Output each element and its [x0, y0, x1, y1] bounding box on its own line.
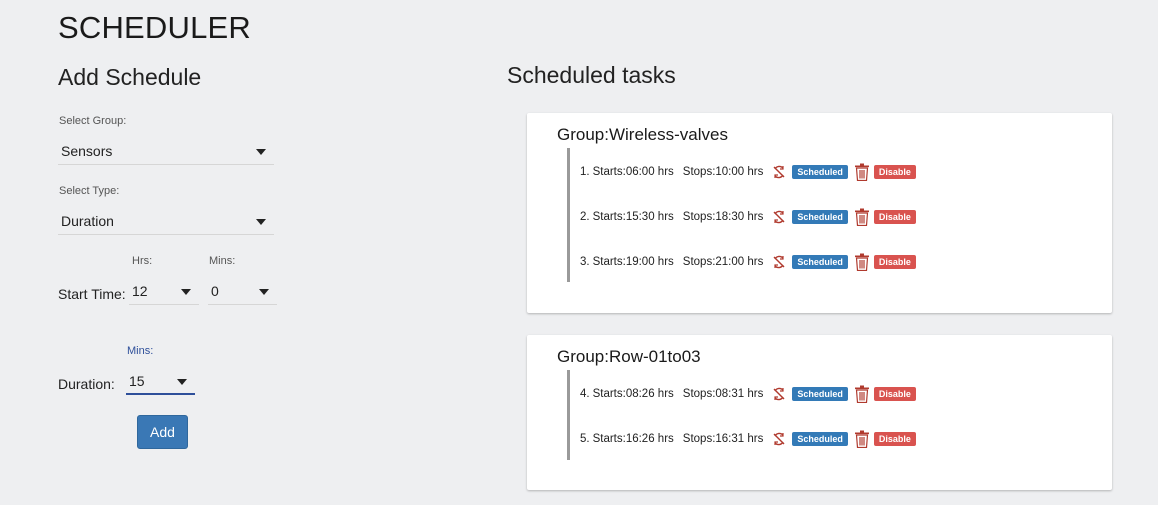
sync-disabled-icon[interactable] [772, 210, 786, 224]
duration-label: Duration: [58, 376, 115, 392]
status-badge: Scheduled [792, 255, 848, 269]
type-select-value: Duration [61, 213, 114, 229]
status-badge: Scheduled [792, 387, 848, 401]
task-stops: Stops:08:31 hrs [682, 388, 764, 400]
duration-value: 15 [129, 373, 145, 389]
group-title: Group:Wireless-valves [557, 125, 728, 144]
group-divider [567, 370, 570, 460]
scheduled-tasks-heading: Scheduled tasks [507, 62, 676, 88]
group-title: Group:Row-01to03 [557, 347, 701, 366]
task-row: 2. Starts:15:30 hrs Stops:18:30 hrs Sche… [580, 206, 916, 228]
start-hrs-select[interactable]: 12 [129, 277, 199, 305]
task-number: 2. [580, 211, 590, 223]
task-starts: Starts:15:30 hrs [592, 211, 674, 223]
trash-icon[interactable] [854, 385, 870, 403]
mins-label: Mins: [209, 255, 236, 267]
task-stops: Stops:10:00 hrs [682, 166, 764, 178]
trash-icon[interactable] [854, 163, 870, 181]
duration-mins-label: Mins: [127, 345, 154, 357]
status-badge: Scheduled [792, 165, 848, 179]
type-select[interactable]: Duration [58, 207, 274, 235]
status-badge: Scheduled [792, 432, 848, 446]
task-row: 5. Starts:16:26 hrs Stops:16:31 hrs Sche… [580, 428, 916, 450]
select-group-label: Select Group: [59, 115, 127, 127]
start-mins-value: 0 [211, 283, 219, 299]
task-starts: Starts:08:26 hrs [592, 388, 674, 400]
hrs-label: Hrs: [132, 255, 153, 267]
task-stops: Stops:16:31 hrs [682, 433, 764, 445]
group-select[interactable]: Sensors [58, 137, 274, 165]
trash-icon[interactable] [854, 253, 870, 271]
task-number: 5. [580, 433, 590, 445]
select-type-label: Select Type: [59, 185, 120, 197]
task-stops: Stops:18:30 hrs [682, 211, 764, 223]
start-time-label: Start Time: [58, 286, 126, 302]
chevron-down-icon [259, 289, 269, 295]
page-title: SCHEDULER [58, 10, 252, 45]
sync-disabled-icon[interactable] [772, 387, 786, 401]
task-starts: Starts:06:00 hrs [592, 166, 674, 178]
duration-select[interactable]: 15 [126, 367, 195, 395]
disable-button[interactable]: Disable [873, 165, 916, 179]
chevron-down-icon [256, 149, 266, 155]
group-select-value: Sensors [61, 143, 113, 159]
task-starts: Starts:19:00 hrs [592, 256, 674, 268]
start-mins-select[interactable]: 0 [208, 277, 277, 305]
group-card: Group:Wireless-valves 1. Starts:06:00 hr… [527, 113, 1112, 313]
task-number: 4. [580, 388, 590, 400]
task-row: 3. Starts:19:00 hrs Stops:21:00 hrs Sche… [580, 251, 916, 273]
add-schedule-heading: Add Schedule [58, 64, 202, 90]
add-button[interactable]: Add [137, 415, 188, 449]
disable-button[interactable]: Disable [873, 255, 916, 269]
chevron-down-icon [256, 219, 266, 225]
chevron-down-icon [181, 289, 191, 295]
trash-icon[interactable] [854, 208, 870, 226]
task-stops: Stops:21:00 hrs [682, 256, 764, 268]
disable-button[interactable]: Disable [873, 387, 916, 401]
trash-icon[interactable] [854, 430, 870, 448]
status-badge: Scheduled [792, 210, 848, 224]
sync-disabled-icon[interactable] [772, 432, 786, 446]
disable-button[interactable]: Disable [873, 432, 916, 446]
task-row: 4. Starts:08:26 hrs Stops:08:31 hrs Sche… [580, 383, 916, 405]
task-starts: Starts:16:26 hrs [592, 433, 674, 445]
group-divider [567, 148, 570, 282]
group-card: Group:Row-01to03 4. Starts:08:26 hrs Sto… [527, 335, 1112, 490]
task-row: 1. Starts:06:00 hrs Stops:10:00 hrs Sche… [580, 161, 916, 183]
task-number: 3. [580, 256, 590, 268]
start-hrs-value: 12 [132, 283, 148, 299]
sync-disabled-icon[interactable] [772, 165, 786, 179]
task-number: 1. [580, 166, 590, 178]
chevron-down-icon [177, 379, 187, 385]
sync-disabled-icon[interactable] [772, 255, 786, 269]
disable-button[interactable]: Disable [873, 210, 916, 224]
